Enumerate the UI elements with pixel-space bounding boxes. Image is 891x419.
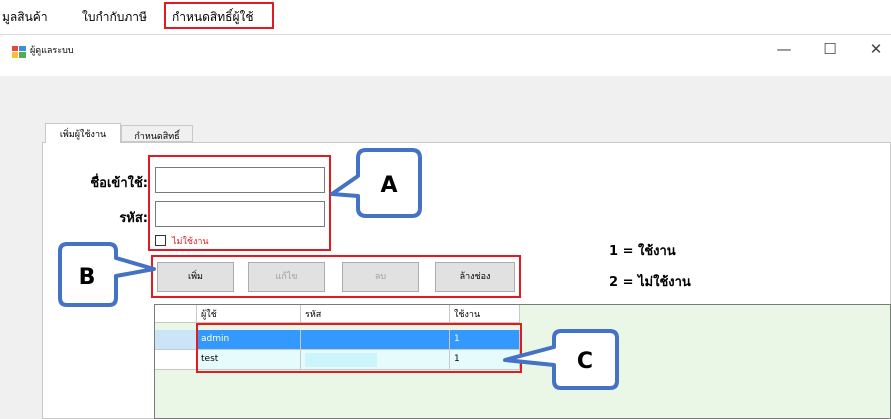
grid-row-header[interactable] (155, 330, 197, 350)
password-label: รหัส: (119, 211, 148, 226)
window-title-bar (0, 36, 891, 76)
callout-a-label: A (380, 173, 397, 198)
close-button[interactable]: ✕ (861, 40, 891, 58)
menu-item-tax-invoice[interactable]: ใบกำกับภาษี (82, 8, 147, 27)
callout-a: A (330, 148, 422, 218)
highlight-box-b (151, 255, 521, 298)
grid-header-active[interactable]: ใช้งาน (450, 305, 520, 323)
tab-add-user[interactable]: เพิ่มผู้ใช้งาน (45, 123, 121, 143)
highlight-box-c (196, 323, 522, 373)
minimize-button[interactable]: — (769, 40, 799, 58)
window-title: ผู้ดูแลระบบ (30, 46, 74, 56)
menu-item-products[interactable]: มูลสินค้า (2, 8, 48, 27)
callout-b-label: B (79, 265, 96, 290)
tab-set-permissions[interactable]: กำหนดสิทธิ์ (121, 125, 193, 142)
callout-c-label: C (577, 349, 593, 374)
grid-row-header[interactable] (155, 350, 197, 370)
username-label: ชื่อเข้าใช้: (90, 176, 148, 191)
legend-active: 1 = ใช้งาน (609, 244, 676, 259)
menu-divider (0, 34, 891, 35)
grid-header-user[interactable]: ผู้ใช้ (197, 305, 301, 323)
menu-bar: มูลสินค้า ใบกำกับภาษี กำหนดสิทธิ์ผู้ใช้ (0, 0, 891, 34)
app-icon (12, 43, 26, 58)
callout-c: C (503, 329, 619, 390)
legend-inactive: 2 = ไม่ใช้งาน (609, 275, 691, 290)
maximize-button[interactable]: ☐ (815, 40, 845, 58)
callout-b: B (58, 242, 156, 307)
highlight-box-a (148, 155, 331, 251)
grid-header-password[interactable]: รหัส (301, 305, 450, 323)
menu-highlight-box (164, 2, 274, 29)
